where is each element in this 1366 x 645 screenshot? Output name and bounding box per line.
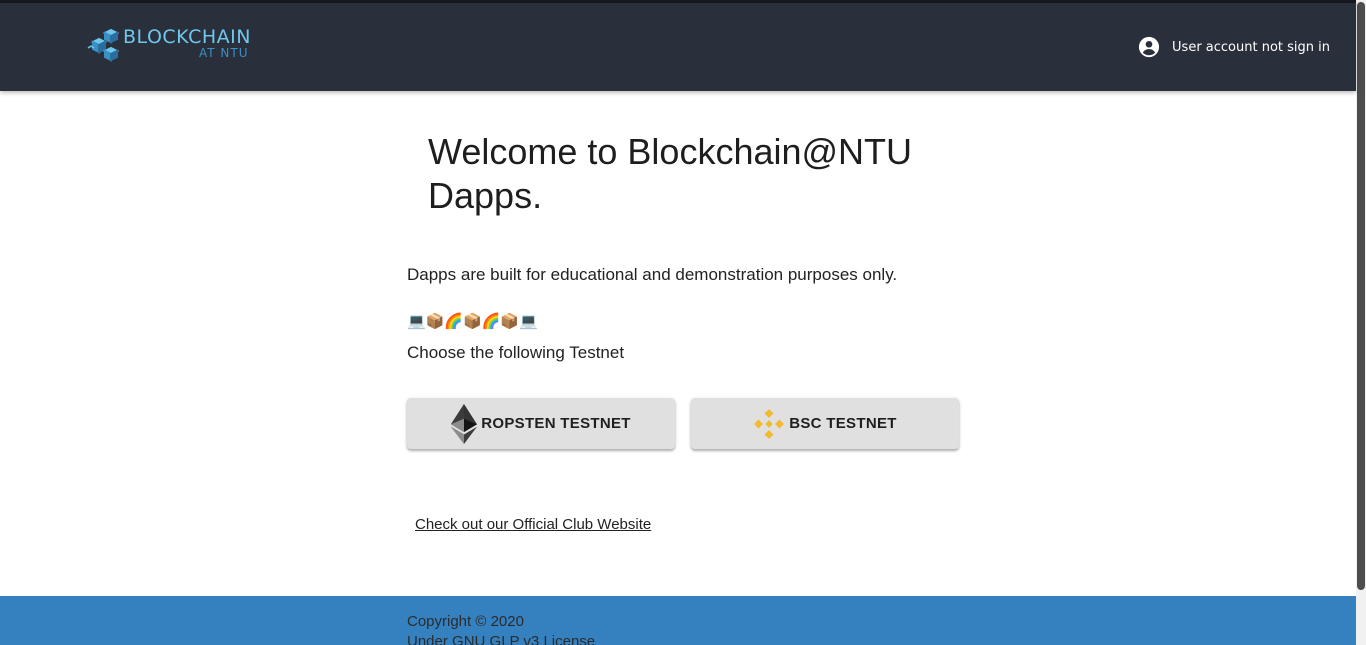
ethereum-icon — [451, 403, 478, 444]
account-circle-icon — [1138, 36, 1160, 58]
bsc-testnet-button[interactable]: BSC TESTNET — [691, 398, 959, 449]
account-status-label: User account not sign in — [1172, 39, 1330, 55]
user-account-menu[interactable]: User account not sign in — [1138, 36, 1330, 58]
bsc-testnet-label: BSC TESTNET — [789, 415, 897, 432]
official-club-website-link[interactable]: Check out our Official Club Website — [415, 516, 651, 533]
vertical-scrollbar[interactable] — [1356, 0, 1366, 645]
logo-subtext: AT NTU — [199, 46, 249, 60]
intro-text: Dapps are built for educational and demo… — [407, 265, 898, 284]
top-app-bar: BLOCKCHAIN AT NTU User account not sign … — [0, 0, 1356, 91]
license-text: Under GNU GLP v3 License — [407, 633, 596, 645]
emoji-decoration: 💻📦🌈📦🌈📦💻 — [407, 313, 538, 330]
page-title: Welcome to Blockchain@NTU Dapps. — [428, 131, 913, 216]
footer: Copyright © 2020 Under GNU GLP v3 Licens… — [0, 596, 1356, 645]
blockchain-ntu-logo[interactable]: BLOCKCHAIN AT NTU — [87, 25, 257, 65]
footer-text: Copyright © 2020 Under GNU GLP v3 Licens… — [407, 612, 595, 645]
choose-testnet-label: Choose the following Testnet — [407, 343, 625, 362]
ropsten-testnet-label: ROPSTEN TESTNET — [481, 415, 631, 432]
blockchain-cubes-icon — [87, 29, 120, 62]
scrollbar-thumb[interactable] — [1357, 2, 1365, 590]
ropsten-testnet-button[interactable]: ROPSTEN TESTNET — [407, 398, 675, 449]
copyright-text: Copyright © 2020 — [407, 613, 524, 630]
page: BLOCKCHAIN AT NTU User account not sign … — [0, 0, 1366, 645]
binance-icon — [754, 408, 785, 439]
